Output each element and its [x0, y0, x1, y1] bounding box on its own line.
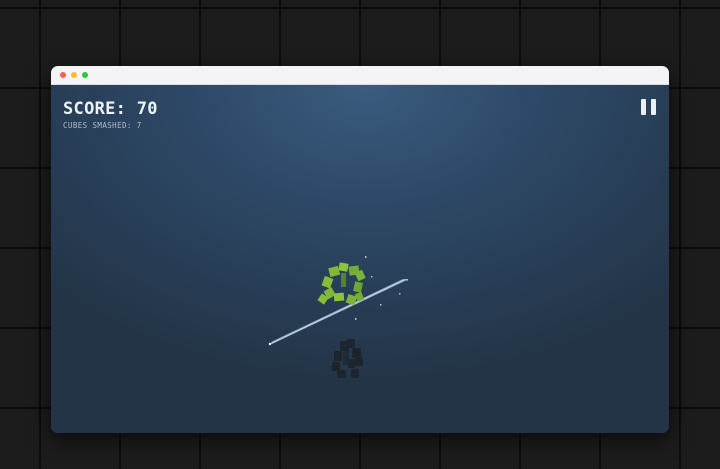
maximize-window-button[interactable]	[82, 72, 88, 78]
slash-trail	[268, 278, 407, 346]
window-titlebar	[51, 66, 669, 85]
minimize-window-button[interactable]	[71, 72, 77, 78]
pause-icon	[641, 99, 646, 115]
game-window: SCORE: 70 CUBES SMASHED: 7	[51, 66, 669, 433]
game-canvas[interactable]: SCORE: 70 CUBES SMASHED: 7	[51, 85, 669, 433]
cubes-smashed-label: CUBES SMASHED: 7	[63, 121, 142, 130]
smashed-cube[interactable]	[317, 262, 366, 306]
game-scene	[268, 256, 408, 378]
score-label: SCORE: 70	[63, 99, 158, 119]
debris-particles	[355, 256, 408, 320]
cube-shadow	[332, 339, 363, 378]
pause-button[interactable]	[641, 99, 657, 115]
pause-icon-bar	[651, 99, 656, 115]
close-window-button[interactable]	[60, 72, 66, 78]
